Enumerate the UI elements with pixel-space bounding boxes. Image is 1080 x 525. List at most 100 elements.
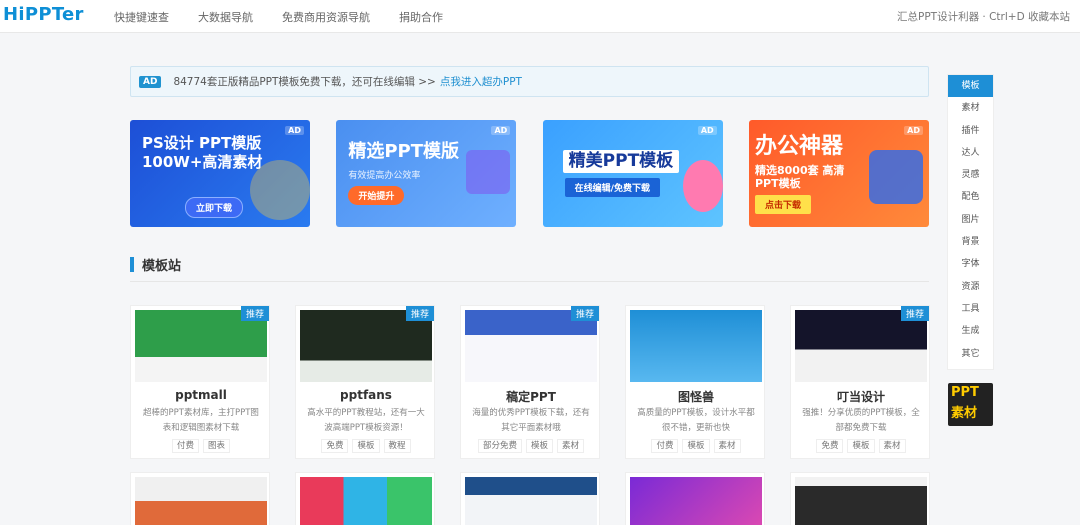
site-logo[interactable]: HiPPTer xyxy=(3,4,84,25)
bookmark-hint: 汇总PPT设计利器 · Ctrl+D 收藏本站 xyxy=(897,11,1070,23)
site-thumbnail xyxy=(465,477,597,525)
promo-download-button[interactable]: 立即下载 xyxy=(185,197,244,218)
ad-banner[interactable]: AD 84774套正版精品PPT模板免费下载，还可在线编辑 >> 点我进入超办P… xyxy=(130,66,929,97)
top-navbar: HiPPTer 快捷键速查 大数据导航 免费商用资源导航 捐助合作 汇总PPT设… xyxy=(0,0,1080,33)
site-tag[interactable]: 免费 xyxy=(816,439,844,453)
site-tag[interactable]: 付费 xyxy=(171,439,199,453)
category-item-materials[interactable]: 素材 xyxy=(948,97,993,119)
category-item-images[interactable]: 图片 xyxy=(948,209,993,231)
ppt-material-badge[interactable]: PPT 素材 xyxy=(948,383,993,426)
promo-subtitle: 精选8000套 高清PPT模板 xyxy=(754,164,845,190)
nav-link-bigdata[interactable]: 大数据导航 xyxy=(198,9,253,25)
nav-link-donate[interactable]: 捐助合作 xyxy=(399,9,443,25)
nav-link-shortcuts[interactable]: 快捷键速查 xyxy=(114,9,169,25)
promo-edit-button[interactable]: 在线编辑/免费下载 xyxy=(564,178,660,197)
site-card[interactable]: 推荐 稿定PPT 海量的优秀PPT模板下载，还有其它平面素材哦 部分免费 模板 … xyxy=(460,305,600,459)
site-name: pptmall xyxy=(175,388,227,402)
site-thumbnail xyxy=(630,477,762,525)
ad-link[interactable]: 点我进入超办PPT xyxy=(440,74,522,89)
site-tags: 付费 模板 素材 xyxy=(626,439,766,453)
site-name: pptfans xyxy=(340,388,392,402)
promo-ad-badge: AD xyxy=(697,126,717,135)
recommend-badge: 推荐 xyxy=(570,306,599,321)
promo-title: 精美PPT模板 xyxy=(562,150,680,173)
category-item-other[interactable]: 其它 xyxy=(948,343,993,365)
category-item-experts[interactable]: 达人 xyxy=(948,142,993,164)
promo-title: 精选PPT模版 xyxy=(348,141,459,162)
site-tag[interactable]: 模板 xyxy=(847,439,875,453)
site-tag[interactable]: 部分免费 xyxy=(477,439,522,453)
promo-ad-badge: AD xyxy=(491,126,511,135)
site-description: 强推！分享优质的PPT模板，全部都免费下载 xyxy=(802,408,920,433)
category-item-generators[interactable]: 生成 xyxy=(948,320,993,342)
promo-card-beautiful[interactable]: AD 精美PPT模板 在线编辑/免费下载 xyxy=(542,120,723,227)
site-name: 图怪兽 xyxy=(677,390,714,404)
site-card[interactable]: 推荐 pptfans 高水平的PPT教程站，还有一大波高端PPT模板资源！ 免费… xyxy=(295,305,435,459)
promo-decor xyxy=(868,150,923,204)
site-card[interactable]: 图怪兽 高质量的PPT模板，设计水平都很不错，更新也快 付费 模板 素材 xyxy=(625,305,765,459)
badge-line-2: 素材 xyxy=(951,406,978,421)
promo-row: AD PS设计 PPT模版 100W+高清素材 立即下载 AD 精选PPT模版 … xyxy=(130,120,929,227)
site-description: 高质量的PPT模板，设计水平都很不错，更新也快 xyxy=(637,408,755,433)
category-item-plugins[interactable]: 插件 xyxy=(948,120,993,142)
site-card-row: 推荐 pptmall 超棒的PPT素材库，主打PPT图表和逻辑图素材下载 付费 … xyxy=(130,305,930,459)
main-nav: 快捷键速查 大数据导航 免费商用资源导航 捐助合作 xyxy=(114,0,472,33)
promo-decor xyxy=(466,150,511,194)
site-tag[interactable]: 素材 xyxy=(557,439,585,453)
site-name: 稿定PPT xyxy=(506,390,556,404)
site-tag[interactable]: 素材 xyxy=(713,439,741,453)
site-thumbnail xyxy=(630,310,762,382)
promo-card-ps[interactable]: AD PS设计 PPT模版 100W+高清素材 立即下载 xyxy=(130,120,310,227)
site-card[interactable] xyxy=(625,472,765,525)
site-card[interactable] xyxy=(130,472,270,525)
recommend-badge: 推荐 xyxy=(240,306,269,321)
promo-download-button[interactable]: 点击下载 xyxy=(754,195,811,214)
site-card[interactable] xyxy=(790,472,930,525)
site-tags: 付费 图表 xyxy=(131,439,271,453)
site-tag[interactable]: 模板 xyxy=(525,439,553,453)
site-description: 海量的优秀PPT模板下载，还有其它平面素材哦 xyxy=(472,408,590,433)
promo-decor xyxy=(682,160,723,212)
promo-card-office[interactable]: AD 办公神器 精选8000套 高清PPT模板 点击下载 xyxy=(748,120,929,227)
category-item-fonts[interactable]: 字体 xyxy=(948,253,993,275)
site-card[interactable]: 推荐 pptmall 超棒的PPT素材库，主打PPT图表和逻辑图素材下载 付费 … xyxy=(130,305,270,459)
site-description: 超棒的PPT素材库，主打PPT图表和逻辑图素材下载 xyxy=(143,408,259,433)
site-card[interactable] xyxy=(460,472,600,525)
site-thumbnail xyxy=(795,477,927,525)
category-item-colors[interactable]: 配色 xyxy=(948,186,993,208)
category-item-tools[interactable]: 工具 xyxy=(948,298,993,320)
promo-card-selected[interactable]: AD 精选PPT模版 有效提高办公效率 开始提升 xyxy=(336,120,517,227)
site-name: 叮当设计 xyxy=(836,390,885,404)
recommend-badge: 推荐 xyxy=(405,306,434,321)
section-title: 模板站 xyxy=(142,259,182,274)
promo-start-button[interactable]: 开始提升 xyxy=(348,186,405,205)
nav-link-free-resources[interactable]: 免费商用资源导航 xyxy=(282,9,370,25)
site-tag[interactable]: 素材 xyxy=(878,439,906,453)
site-tags: 免费 模板 教程 xyxy=(296,439,436,453)
section-marker xyxy=(130,257,134,272)
site-tag[interactable]: 模板 xyxy=(352,439,380,453)
site-tag[interactable]: 教程 xyxy=(383,439,411,453)
promo-title: PS设计 PPT模版 100W+高清素材 xyxy=(142,134,263,171)
site-card[interactable]: 推荐 叮当设计 强推！分享优质的PPT模板，全部都免费下载 免费 模板 素材 xyxy=(790,305,930,459)
category-item-templates[interactable]: 模板 xyxy=(948,75,993,98)
section-header: 模板站 xyxy=(130,255,181,274)
site-tag[interactable]: 图表 xyxy=(203,439,231,453)
promo-subtitle: 有效提高办公效率 xyxy=(348,171,421,181)
ad-text: 84774套正版精品PPT模板免费下载，还可在线编辑 >> xyxy=(173,76,436,88)
recommend-badge: 推荐 xyxy=(900,306,929,321)
ad-tag: AD xyxy=(139,75,162,88)
category-item-inspiration[interactable]: 灵感 xyxy=(948,164,993,186)
site-thumbnail xyxy=(300,477,432,525)
site-thumbnail xyxy=(135,477,267,525)
category-sidebar: 模板 素材 插件 达人 灵感 配色 图片 背景 字体 资源 工具 生成 其它 xyxy=(947,74,994,370)
site-card-row-2 xyxy=(130,472,930,525)
site-card[interactable] xyxy=(295,472,435,525)
category-item-resources[interactable]: 资源 xyxy=(948,276,993,298)
category-item-backgrounds[interactable]: 背景 xyxy=(948,231,993,253)
site-description: 高水平的PPT教程站，还有一大波高端PPT模板资源！ xyxy=(307,408,425,433)
site-tag[interactable]: 免费 xyxy=(321,439,349,453)
site-tag[interactable]: 模板 xyxy=(682,439,710,453)
badge-line-1: PPT xyxy=(951,385,979,400)
site-tag[interactable]: 付费 xyxy=(651,439,679,453)
